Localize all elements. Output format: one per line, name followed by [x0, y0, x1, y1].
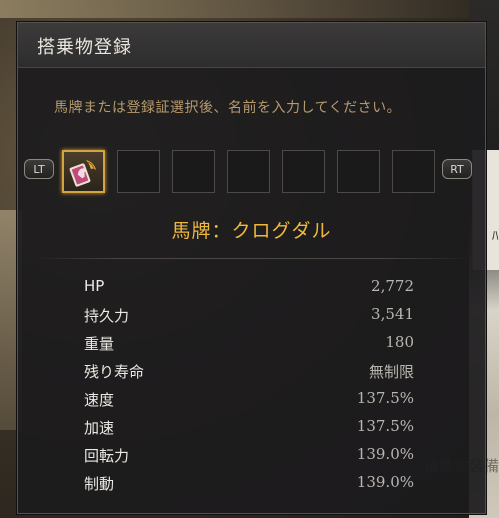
horse-tag-icon	[69, 160, 96, 187]
selected-item-name: 馬牌：クログダル	[171, 220, 332, 242]
stat-value: 139.0%	[356, 473, 414, 491]
background-beam	[0, 0, 499, 18]
stat-row-lifespan: 残り寿命 無制限	[84, 358, 414, 386]
mount-registration-dialog: 搭乗物登録 馬牌または登録証選択後、名前を入力してください。 LT RT 馬牌：…	[17, 22, 486, 514]
dialog-title: 搭乗物登録	[37, 37, 132, 58]
item-slot-3[interactable]	[172, 150, 215, 193]
stat-value: 137.5%	[356, 389, 414, 407]
stat-value: 無制限	[368, 363, 414, 381]
stat-label: 回転力	[84, 447, 130, 465]
stat-row-turning: 回転力 139.0%	[84, 442, 414, 470]
stat-value: 3,541	[371, 305, 414, 323]
stat-value: 139.0%	[356, 445, 414, 463]
stat-label: 残り寿命	[84, 363, 145, 381]
item-slot-1[interactable]	[62, 150, 105, 193]
item-slot-2[interactable]	[117, 150, 160, 193]
stat-label: HP	[84, 277, 105, 295]
stats-list: HP 2,772 持久力 3,541 重量 180 残り寿命 無制限 速度 13…	[84, 274, 414, 498]
stat-value: 137.5%	[356, 417, 414, 435]
stat-label: 速度	[84, 391, 115, 409]
item-slot-5[interactable]	[282, 150, 325, 193]
stat-value: 180	[385, 333, 414, 351]
stat-label: 加速	[84, 419, 115, 437]
stat-label: 持久力	[84, 307, 130, 325]
dialog-title-bar: 搭乗物登録	[18, 23, 485, 68]
stat-row-stamina: 持久力 3,541	[84, 302, 414, 330]
stat-row-weight: 重量 180	[84, 330, 414, 358]
divider	[34, 258, 469, 259]
game-screen: ﾊﾞ 搭乗物装備 搭乗物登録 馬牌または登録証選択後、名前を入力してください。 …	[0, 0, 499, 518]
stat-label: 制動	[84, 475, 115, 493]
instruction-text: 馬牌または登録証選択後、名前を入力してください。	[54, 100, 402, 116]
stat-row-braking: 制動 139.0%	[84, 470, 414, 498]
stat-row-hp: HP 2,772	[84, 274, 414, 302]
stat-value: 2,772	[371, 277, 414, 295]
item-slot-4[interactable]	[227, 150, 270, 193]
rt-trigger-button[interactable]: RT	[442, 159, 472, 179]
lt-trigger-button[interactable]: LT	[24, 159, 54, 179]
stat-row-speed: 速度 137.5%	[84, 386, 414, 414]
stat-label: 重量	[84, 335, 115, 353]
item-slot-row: LT RT	[22, 147, 482, 195]
background-side-text: ﾊﾞ	[492, 229, 499, 244]
stat-row-acceleration: 加速 137.5%	[84, 414, 414, 442]
item-slot-7[interactable]	[392, 150, 435, 193]
item-slot-6[interactable]	[337, 150, 380, 193]
